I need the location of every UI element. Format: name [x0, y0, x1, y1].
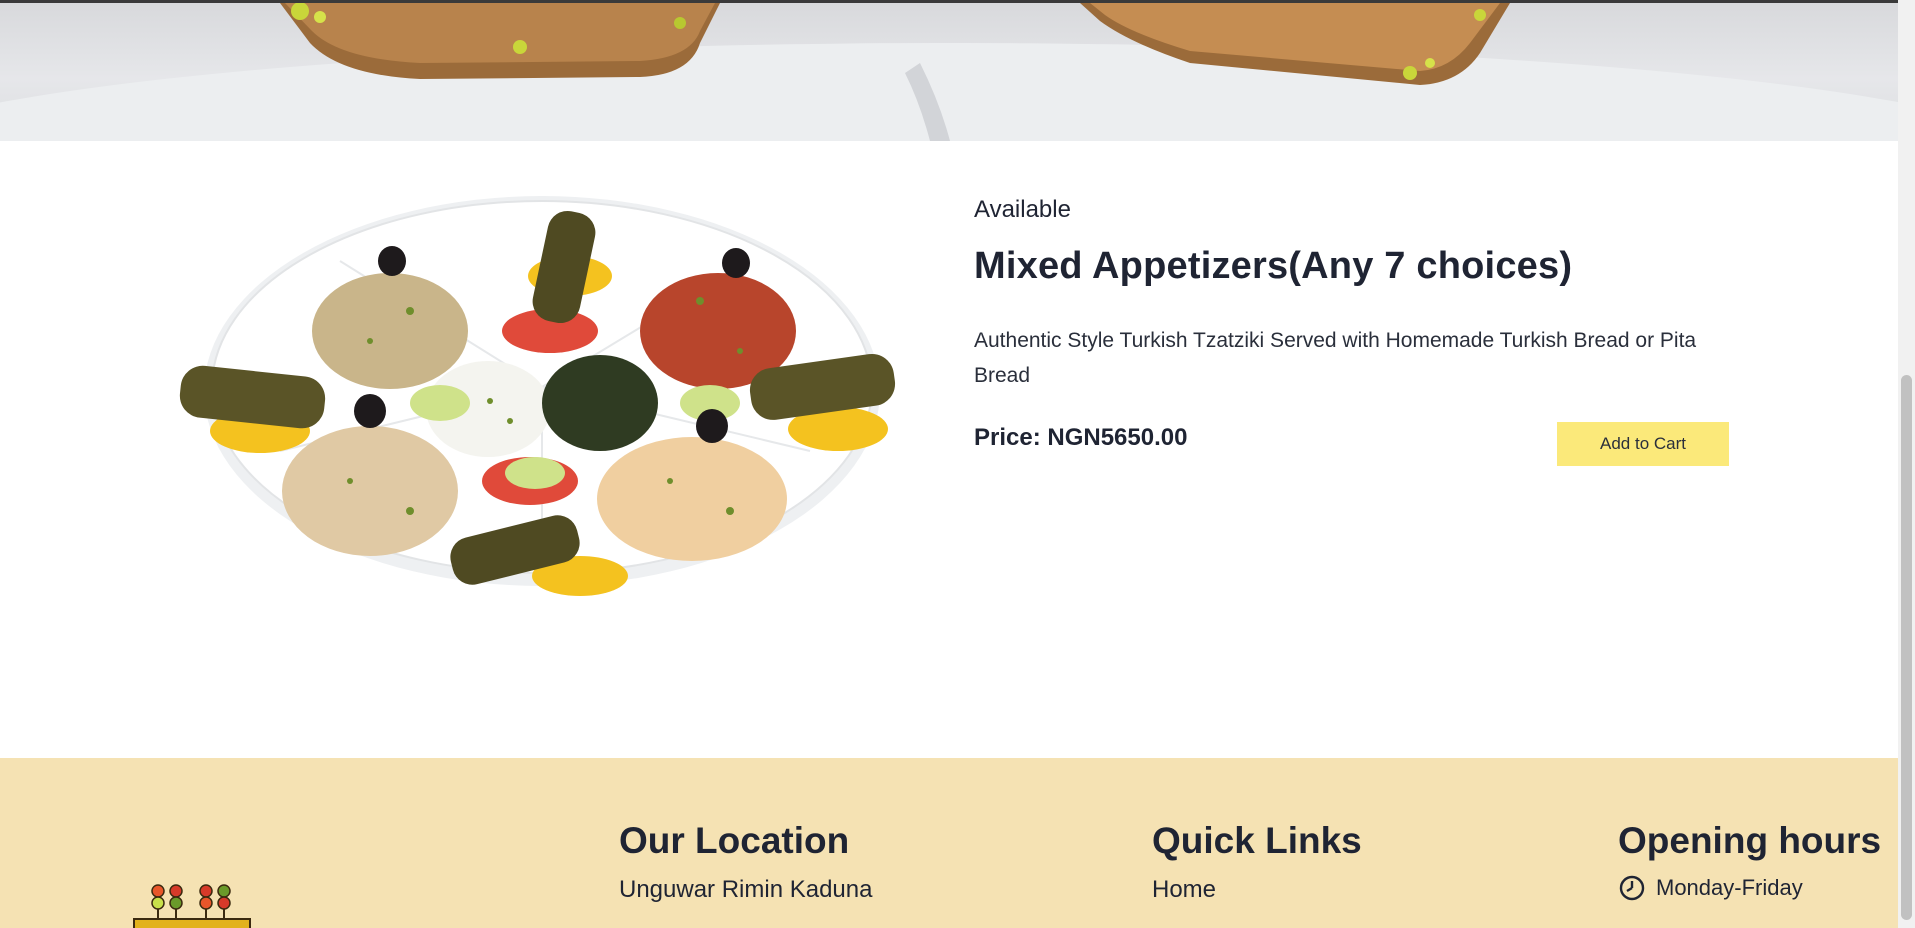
- product-title: Mixed Appetizers(Any 7 choices): [974, 245, 1573, 287]
- quick-link-home[interactable]: Home: [1152, 876, 1362, 904]
- product-section: Available Mixed Appetizers(Any 7 choices…: [0, 141, 1898, 758]
- availability-status: Available: [974, 196, 1071, 223]
- location-address: Unguwar Rimin Kaduna: [619, 876, 873, 903]
- opening-hours-heading: Opening hours: [1618, 820, 1882, 861]
- scrollbar-thumb[interactable]: [1901, 375, 1912, 920]
- footer-location: Our Location Unguwar Rimin Kaduna: [619, 820, 872, 904]
- opening-days: Monday-Friday: [1656, 875, 1803, 900]
- restaurant-logo: [128, 873, 258, 928]
- product-image: [170, 181, 910, 601]
- footer-opening-hours: Opening hours Monday-Friday: [1618, 820, 1881, 902]
- footer-quick-links: Quick Links Home: [1152, 820, 1362, 904]
- product-description: Authentic Style Turkish Tzatziki Served …: [974, 329, 1697, 387]
- page-scrollbar[interactable]: [1898, 0, 1915, 928]
- add-to-cart-button[interactable]: Add to Cart: [1557, 422, 1729, 466]
- clock-icon: [1619, 875, 1645, 901]
- hero-dessert-image: [0, 3, 1898, 141]
- quick-links-heading: Quick Links: [1152, 820, 1362, 861]
- location-heading: Our Location: [619, 820, 850, 861]
- site-footer: Our Location Unguwar Rimin Kaduna Quick …: [0, 758, 1898, 928]
- hours-row: Monday-Friday: [1618, 874, 1881, 902]
- product-price: Price: NGN5650.00: [974, 424, 1188, 451]
